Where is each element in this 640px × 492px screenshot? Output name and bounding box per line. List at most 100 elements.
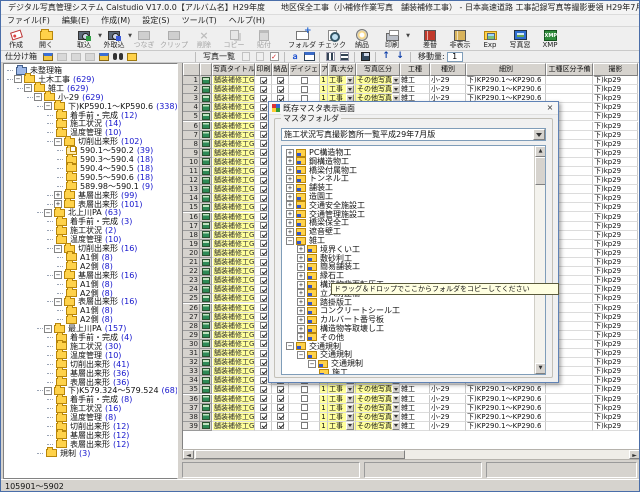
print-checkbox[interactable]	[260, 140, 267, 147]
yobi-cell[interactable]	[546, 404, 593, 413]
column-header-img[interactable]	[200, 63, 212, 76]
exp-button[interactable]: Exp	[475, 28, 505, 50]
delivery-cell[interactable]	[272, 395, 289, 404]
photo-title-cell[interactable]: 舗装補修工G	[212, 112, 255, 121]
print-checkbox[interactable]	[260, 277, 267, 284]
print-checkbox[interactable]	[260, 286, 267, 293]
album-page-cell[interactable]: 1	[320, 85, 328, 94]
satsuei-cell[interactable]: 下)kp29	[593, 276, 638, 285]
photo-title-cell[interactable]: 舗装補修工G	[212, 176, 255, 185]
collapse-icon[interactable]: −	[54, 138, 62, 146]
saibetsu-cell[interactable]: 下)KP290.1～KP290.6	[466, 422, 546, 431]
album-page-cell[interactable]: 1	[320, 395, 328, 404]
koushu-cell[interactable]: 雑工	[400, 85, 430, 94]
find-binoculars-icon[interactable]	[112, 52, 124, 62]
satsuei-cell[interactable]: 下)kp29	[593, 376, 638, 385]
satsuei-cell[interactable]: 下)kp29	[593, 94, 638, 103]
satsuei-cell[interactable]: 下)kp29	[593, 85, 638, 94]
photo-title-cell[interactable]: 舗装補修工G	[212, 231, 255, 240]
satsuei-cell[interactable]: 下)kp29	[593, 313, 638, 322]
digest-cell[interactable]	[289, 413, 320, 422]
move-down-icon[interactable]: ↓	[394, 52, 406, 62]
delivery-checkbox[interactable]	[277, 395, 284, 402]
print-cell[interactable]	[255, 385, 272, 394]
print-checkbox[interactable]	[260, 322, 267, 329]
print-checkbox[interactable]	[260, 404, 267, 411]
shubetsu-cell[interactable]: 小-29	[430, 422, 466, 431]
collapse-icon[interactable]: −	[54, 245, 62, 253]
print-checkbox[interactable]	[260, 231, 267, 238]
dropdown-icon[interactable]	[392, 395, 400, 403]
photo-title-cell[interactable]: 舗装補修工G	[212, 367, 255, 376]
expand-icon[interactable]: +	[54, 191, 62, 199]
satsuei-cell[interactable]: 下)kp29	[593, 176, 638, 185]
kubun-cell[interactable]: その他写真	[356, 76, 400, 85]
print-cell[interactable]	[255, 76, 272, 85]
expand-icon[interactable]: +	[286, 210, 294, 218]
shubetsu-cell[interactable]: 小-29	[430, 395, 466, 404]
column-header-shubetsu[interactable]: 種別	[430, 63, 466, 76]
delivery-checkbox[interactable]	[277, 404, 284, 411]
satsuei-cell[interactable]: 下)kp29	[593, 422, 638, 431]
print-checkbox[interactable]	[260, 386, 267, 393]
collapse-icon[interactable]: −	[44, 387, 52, 395]
delivery-checkbox[interactable]	[277, 86, 284, 93]
expand-icon[interactable]: +	[297, 316, 305, 324]
print-checkbox[interactable]	[260, 131, 267, 138]
satsuei-cell[interactable]: 下)kp29	[593, 304, 638, 313]
satsuei-cell[interactable]: 下)kp29	[593, 267, 638, 276]
photo-title-cell[interactable]: 舗装補修工G	[212, 385, 255, 394]
xmp-button[interactable]: XMPXMP	[535, 28, 565, 50]
column-header-title[interactable]: 写真タイトル	[212, 63, 255, 76]
expand-icon[interactable]: +	[286, 201, 294, 209]
external-import-button[interactable]: 外取込▼	[99, 28, 129, 50]
photo-title-cell[interactable]: 舗装補修工G	[212, 404, 255, 413]
koushu-cell[interactable]: 雑工	[400, 395, 430, 404]
major-cell[interactable]: 工事	[328, 404, 356, 413]
print-checkbox[interactable]	[260, 177, 267, 184]
collapse-icon[interactable]: −	[297, 351, 305, 359]
print-checkbox[interactable]	[260, 259, 267, 266]
satsuei-cell[interactable]: 下)kp29	[593, 367, 638, 376]
dropdown-arrow-icon[interactable]: ▼	[406, 33, 410, 39]
kubun-cell[interactable]: その他写真	[356, 395, 400, 404]
replace-button[interactable]: 差替	[415, 28, 445, 50]
digest-cell[interactable]	[289, 385, 320, 394]
expand-icon[interactable]: +	[297, 298, 305, 306]
saibetsu-cell[interactable]: 下)KP290.1～KP290.6	[466, 85, 546, 94]
collapse-icon[interactable]: −	[24, 84, 32, 92]
photo-title-cell[interactable]: 舗装補修工G	[212, 122, 255, 131]
column-header-yobi[interactable]: 工種区分予備	[546, 63, 593, 76]
photo-title-cell[interactable]: 舗装補修工G	[212, 285, 255, 294]
photo-title-cell[interactable]: 舗装補修工G	[212, 140, 255, 149]
delivery-cell[interactable]	[272, 422, 289, 431]
digest-checkbox[interactable]	[301, 413, 308, 420]
expand-icon[interactable]: +	[286, 166, 294, 174]
satsuei-cell[interactable]: 下)kp29	[593, 322, 638, 331]
collapse-icon[interactable]: −	[308, 360, 316, 368]
album-page-cell[interactable]: 1	[320, 76, 328, 85]
print-checkbox[interactable]	[260, 77, 267, 84]
tree-item[interactable]: 規制(3)	[37, 449, 90, 458]
satsuei-cell[interactable]: 下)kp29	[593, 213, 638, 222]
expand-icon[interactable]: +	[286, 193, 294, 201]
satsuei-cell[interactable]: 下)kp29	[593, 103, 638, 112]
scroll-left-icon[interactable]: ◄	[183, 450, 194, 459]
satsuei-cell[interactable]: 下)kp29	[593, 76, 638, 85]
print-checkbox[interactable]	[260, 95, 267, 102]
expand-icon[interactable]: +	[297, 325, 305, 333]
column-header-print[interactable]: 印刷	[255, 63, 272, 76]
delivery-cell[interactable]	[272, 385, 289, 394]
photo-title-cell[interactable]: 舗装補修工G	[212, 203, 255, 212]
dropdown-icon[interactable]	[346, 404, 354, 412]
yobi-cell[interactable]	[546, 385, 593, 394]
move-amount-input[interactable]	[447, 52, 463, 62]
satsuei-cell[interactable]: 下)kp29	[593, 158, 638, 167]
yobi-cell[interactable]	[546, 395, 593, 404]
print-cell[interactable]	[255, 85, 272, 94]
print-checkbox[interactable]	[260, 222, 267, 229]
menu-item[interactable]: 作成(M)	[95, 15, 136, 27]
vertical-scrollbar[interactable]: ▲ ▼	[534, 146, 545, 374]
photo-title-cell[interactable]: 舗装補修工G	[212, 76, 255, 85]
photo-title-cell[interactable]: 舗装補修工G	[212, 331, 255, 340]
